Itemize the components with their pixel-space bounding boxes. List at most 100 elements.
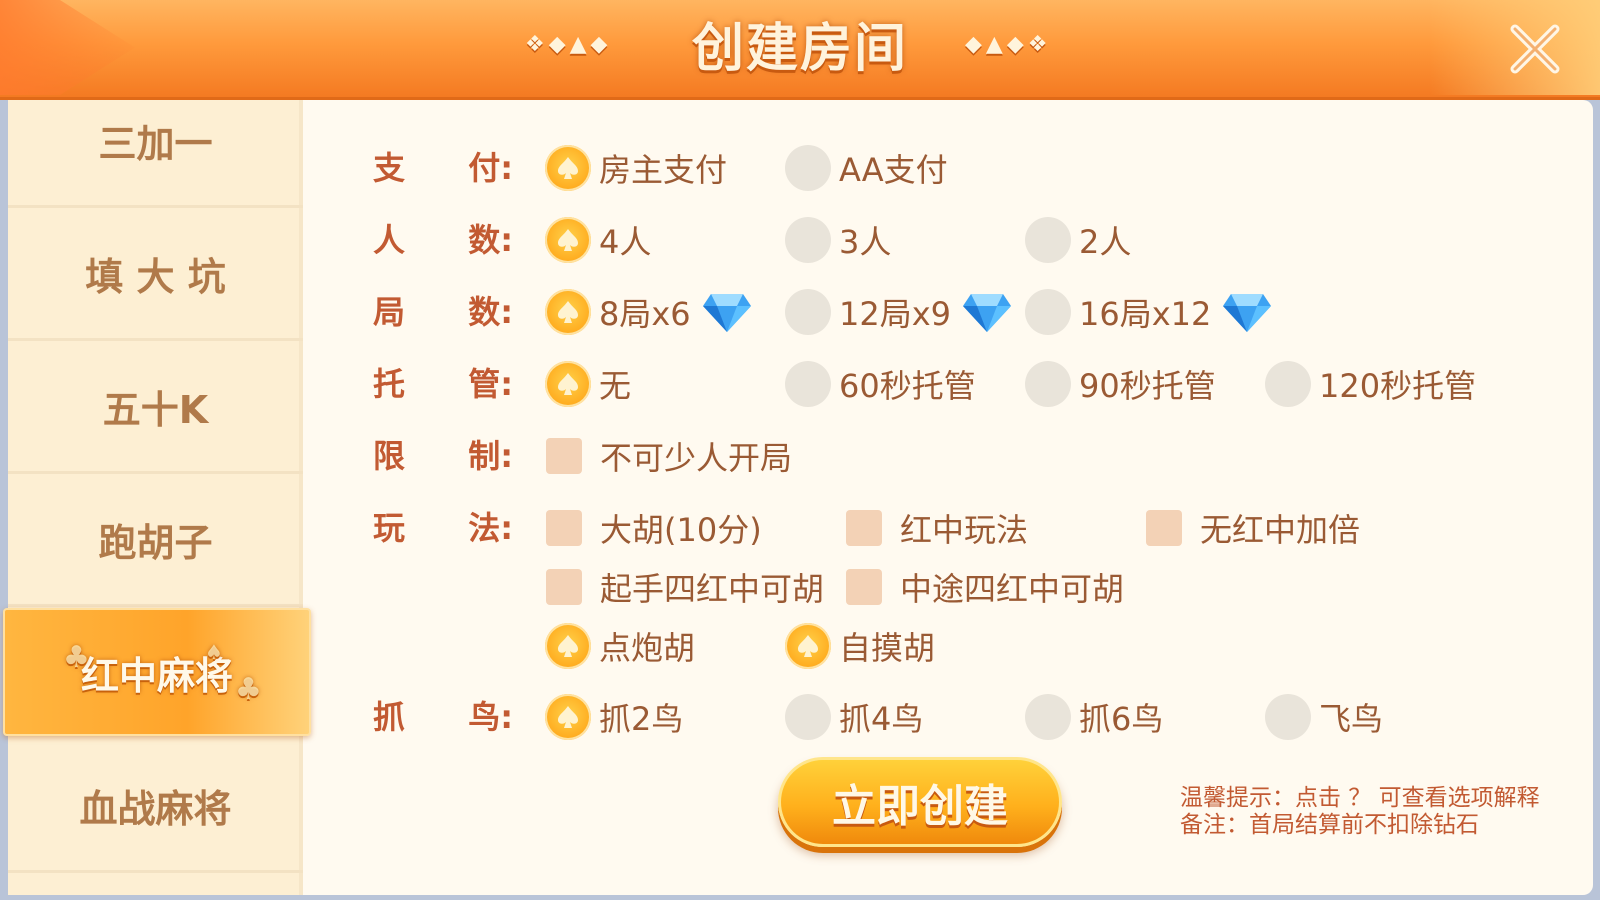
diamond-icon: [702, 294, 751, 332]
birds-option-2[interactable]: 抓2鸟: [545, 692, 683, 742]
sidebar-item-paohuzi[interactable]: 跑胡子: [8, 474, 303, 607]
trustee-label: 托管:: [373, 365, 513, 403]
club-icon: ♣: [63, 640, 90, 675]
option-label: 4人: [599, 223, 652, 261]
option-label: 16局x12: [1079, 295, 1212, 333]
rules-option-zimo-hu[interactable]: 自摸胡: [785, 621, 935, 671]
radio-unselected[interactable]: [785, 217, 831, 263]
spade-icon: [798, 635, 818, 657]
checkbox[interactable]: [546, 510, 582, 546]
rules-check-midway-four-hongzhong[interactable]: 中途四红中可胡: [846, 562, 1124, 612]
radio-unselected[interactable]: [785, 289, 831, 335]
rounds-option-12[interactable]: 12局x9: [785, 287, 1013, 337]
sidebar-item-hongzhongmajiang[interactable]: ♣ ♣ ♠ 红中麻将: [3, 608, 311, 736]
hint-text: 温馨提示：点击 ？ 可查看选项解释: [1180, 785, 1540, 811]
birds-option-6[interactable]: 抓6鸟: [1025, 692, 1163, 742]
option-label: 大胡(10分): [600, 511, 762, 549]
rounds-option-8[interactable]: 8局x6: [545, 287, 753, 337]
radio-selected[interactable]: [785, 623, 831, 669]
option-label: 房主支付: [599, 151, 728, 189]
rules-check-hongzhong[interactable]: 红中玩法: [846, 503, 1028, 553]
rules-check-start-four-hongzhong[interactable]: 起手四红中可胡: [546, 562, 824, 612]
note-text: 备注：首局结算前不扣除钻石: [1180, 812, 1479, 838]
radio-selected[interactable]: [545, 623, 591, 669]
players-option-4[interactable]: 4人: [545, 215, 651, 265]
option-label: 3人: [839, 223, 892, 261]
checkbox[interactable]: [546, 438, 582, 474]
limit-check-no-short-start[interactable]: 不可少人开局: [546, 431, 792, 481]
radio-selected[interactable]: [545, 145, 591, 191]
option-label: 不可少人开局: [600, 439, 793, 477]
rounds-label: 局数:: [373, 293, 513, 331]
radio-selected[interactable]: [545, 289, 591, 335]
radio-selected[interactable]: [545, 694, 591, 740]
sidebar-item-label: 五十K: [102, 387, 209, 432]
option-label: 红中玩法: [900, 511, 1029, 549]
spade-icon: [558, 635, 578, 657]
radio-unselected[interactable]: [1265, 361, 1311, 407]
players-option-3[interactable]: 3人: [785, 215, 891, 265]
checkbox[interactable]: [846, 510, 882, 546]
players-label: 人数:: [373, 221, 513, 259]
trustee-option-120[interactable]: 120秒托管: [1265, 359, 1476, 409]
option-label: 飞鸟: [1319, 700, 1384, 738]
trustee-option-90[interactable]: 90秒托管: [1025, 359, 1216, 409]
rules-option-dianpao-hu[interactable]: 点炮胡: [545, 621, 695, 671]
trustee-option-60[interactable]: 60秒托管: [785, 359, 976, 409]
checkbox[interactable]: [846, 569, 882, 605]
title-ornament-right: ◆▲◆❖: [965, 32, 1052, 57]
radio-unselected[interactable]: [1025, 289, 1071, 335]
radio-unselected[interactable]: [1025, 694, 1071, 740]
sidebar-item-label: 三加一: [98, 121, 213, 166]
option-label: 中途四红中可胡: [900, 570, 1125, 608]
players-option-2[interactable]: 2人: [1025, 215, 1131, 265]
radio-selected[interactable]: [545, 217, 591, 263]
birds-option-4[interactable]: 抓4鸟: [785, 692, 923, 742]
sidebar-item-wushik[interactable]: 五十K: [8, 341, 303, 474]
create-room-button[interactable]: 立即创建: [778, 757, 1062, 847]
checkbox[interactable]: [546, 569, 582, 605]
option-label: 抓2鸟: [599, 700, 684, 738]
radio-selected[interactable]: [545, 361, 591, 407]
option-label: 无红中加倍: [1200, 511, 1361, 549]
option-label: 120秒托管: [1319, 367, 1477, 405]
limit-label: 限制:: [373, 437, 513, 475]
option-label: 12局x9: [839, 295, 952, 333]
option-label: 60秒托管: [839, 367, 976, 405]
birds-option-fly[interactable]: 飞鸟: [1265, 692, 1383, 742]
pay-option-aa[interactable]: AA支付: [785, 143, 948, 193]
option-label: 抓6鸟: [1079, 700, 1164, 738]
spade-icon: [558, 229, 578, 251]
spade-icon: [558, 157, 578, 179]
radio-unselected[interactable]: [1025, 217, 1071, 263]
page-title: 创建房间: [691, 19, 908, 79]
birds-label: 抓鸟:: [373, 698, 513, 736]
radio-unselected[interactable]: [785, 145, 831, 191]
option-label: 起手四红中可胡: [600, 570, 825, 608]
rounds-option-16[interactable]: 16局x12: [1025, 287, 1273, 337]
pay-option-owner[interactable]: 房主支付: [545, 143, 727, 193]
close-icon: [1510, 24, 1560, 74]
radio-unselected[interactable]: [1025, 361, 1071, 407]
diamond-icon: [1223, 294, 1272, 332]
checkbox[interactable]: [1146, 510, 1182, 546]
sidebar-item-sanjiayi[interactable]: 三加一: [8, 75, 303, 208]
sidebar-item-tiandakeng[interactable]: 填 大 坑: [8, 208, 303, 341]
option-label: 90秒托管: [1079, 367, 1216, 405]
spade-icon: [558, 373, 578, 395]
spade-icon: ♠: [205, 640, 223, 664]
spade-icon: [558, 706, 578, 728]
trustee-option-none[interactable]: 无: [545, 359, 631, 409]
pay-label: 支付:: [373, 149, 513, 187]
close-button[interactable]: [1500, 14, 1570, 84]
radio-unselected[interactable]: [785, 694, 831, 740]
rules-check-big-hu[interactable]: 大胡(10分): [546, 503, 762, 553]
option-label: 点炮胡: [599, 629, 696, 667]
sidebar-item-xuezhanmajiang[interactable]: 血战麻将: [8, 740, 303, 873]
option-label: 自摸胡: [839, 629, 936, 667]
radio-unselected[interactable]: [785, 361, 831, 407]
game-type-sidebar: 三加一 填 大 坑 五十K 跑胡子 ♣ ♣ ♠ 红中麻将 血战麻将: [3, 100, 311, 895]
rules-check-no-hongzhong-double[interactable]: 无红中加倍: [1146, 503, 1360, 553]
radio-unselected[interactable]: [1265, 694, 1311, 740]
option-label: 抓4鸟: [839, 700, 924, 738]
